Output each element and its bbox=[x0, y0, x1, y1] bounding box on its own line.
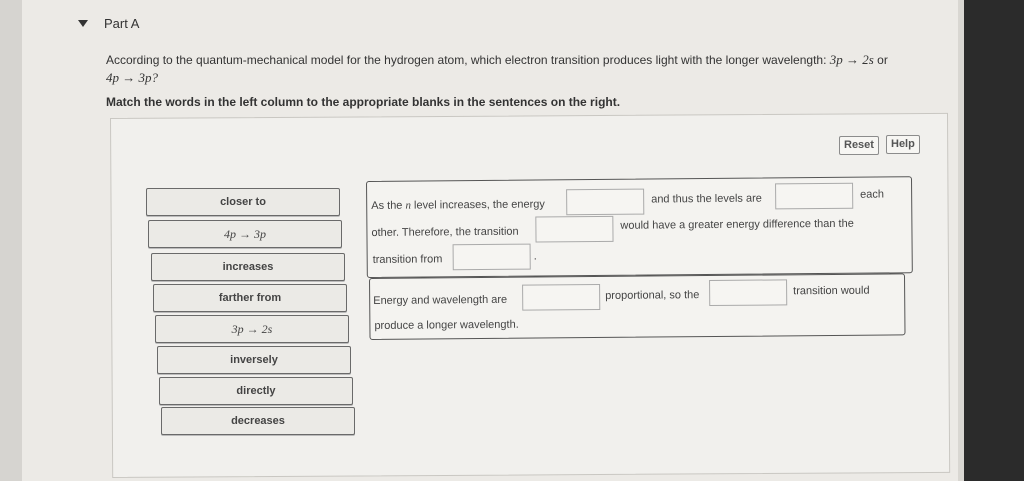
sentence2-segment-2: proportional, so the bbox=[605, 289, 700, 302]
instruction-text: Match the words in the left column to th… bbox=[106, 95, 621, 109]
word-4p-3p-label: 4p → 3p bbox=[224, 226, 266, 241]
word-3p-2s[interactable]: 3p → 2s bbox=[155, 315, 349, 343]
word-inversely[interactable]: inversely bbox=[157, 346, 351, 374]
blank-3[interactable] bbox=[535, 215, 614, 243]
sentence1-segment-4: other. Therefore, the transition bbox=[371, 225, 519, 239]
left-margin-strip bbox=[0, 0, 22, 481]
word-decreases[interactable]: decreases bbox=[161, 407, 355, 435]
sentence1-segment-1: As the n level increases, the energy bbox=[371, 198, 545, 212]
sentence2-segment-3: transition would bbox=[793, 284, 870, 298]
sentence1-segment-2: and thus the levels are bbox=[651, 192, 762, 206]
reset-button[interactable]: Reset bbox=[839, 136, 879, 155]
word-closer-to[interactable]: closer to bbox=[146, 188, 340, 216]
word-directly[interactable]: directly bbox=[159, 377, 353, 405]
blank-1[interactable] bbox=[566, 188, 645, 216]
question-joiner: or bbox=[877, 53, 888, 67]
help-button[interactable]: Help bbox=[886, 135, 920, 154]
sentence1-seg1-post: level increases, the energy bbox=[410, 198, 545, 212]
blank-4[interactable] bbox=[452, 243, 531, 271]
sentence-box-1: As the n level increases, the energy and… bbox=[366, 176, 913, 278]
word-4p-3p[interactable]: 4p → 3p bbox=[148, 220, 342, 248]
collapse-caret-icon[interactable] bbox=[78, 20, 88, 27]
part-title: Part A bbox=[104, 16, 140, 31]
question-transition-1: 3p → 2s bbox=[829, 52, 874, 67]
blank-6[interactable] bbox=[709, 279, 788, 307]
question-transition-2: 4p → 3p? bbox=[106, 70, 158, 85]
sentence2-segment-1: Energy and wavelength are bbox=[373, 293, 508, 307]
sentence1-seg1-pre: As the bbox=[371, 199, 406, 212]
sentence2-segment-4: produce a longer wavelength. bbox=[374, 318, 519, 332]
blank-2[interactable] bbox=[775, 182, 854, 210]
blank-5[interactable] bbox=[522, 283, 601, 311]
question-body: According to the quantum-mechanical mode… bbox=[106, 53, 827, 67]
word-farther-from[interactable]: farther from bbox=[153, 284, 347, 312]
part-header[interactable]: Part A bbox=[78, 16, 139, 31]
sentence1-segment-3: each bbox=[860, 188, 885, 201]
right-bezel bbox=[964, 0, 1024, 481]
sentence-box-2: Energy and wavelength are proportional, … bbox=[369, 273, 906, 340]
word-increases[interactable]: increases bbox=[151, 253, 345, 281]
question-text: According to the quantum-mechanical mode… bbox=[106, 51, 926, 87]
sentence1-segment-6: transition from bbox=[372, 253, 443, 266]
sentence1-segment-5: would have a greater energy difference t… bbox=[620, 217, 854, 232]
sentence1-period: . bbox=[533, 250, 537, 263]
word-3p-2s-label: 3p → 2s bbox=[231, 321, 273, 336]
